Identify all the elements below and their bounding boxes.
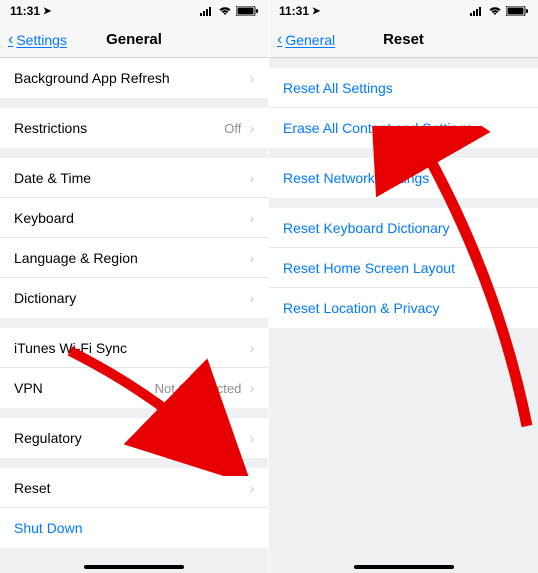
row-reset-location-privacy[interactable]: Reset Location & Privacy (269, 288, 538, 328)
status-time: 11:31 (279, 4, 309, 18)
row-label: Reset (14, 480, 51, 496)
row-keyboard[interactable]: Keyboard › (0, 198, 268, 238)
row-value: Off (224, 121, 241, 136)
row-label: Date & Time (14, 170, 91, 186)
home-indicator[interactable] (84, 565, 184, 569)
row-itunes-wifi-sync[interactable]: iTunes Wi-Fi Sync › (0, 328, 268, 368)
row-reset-network[interactable]: Reset Network Settings (269, 158, 538, 198)
status-bar: 11:31 ➤ (269, 0, 538, 22)
row-label: Shut Down (14, 520, 82, 536)
reset-list: Reset All Settings Erase All Content and… (269, 58, 538, 328)
row-date-time[interactable]: Date & Time › (0, 158, 268, 198)
chevron-right-icon: › (249, 381, 254, 395)
row-vpn[interactable]: VPN Not Connected › (0, 368, 268, 408)
row-label: Erase All Content and Settings (283, 120, 473, 136)
row-shut-down[interactable]: Shut Down (0, 508, 268, 548)
back-button[interactable]: ‹ General (277, 32, 335, 48)
cellular-icon (200, 6, 214, 16)
row-background-app-refresh[interactable]: Background App Refresh › (0, 58, 268, 98)
row-label: Reset Location & Privacy (283, 300, 439, 316)
chevron-right-icon: › (249, 171, 254, 185)
general-settings-screen: 11:31 ➤ ‹ Settings General Background Ap… (0, 0, 269, 573)
status-bar: 11:31 ➤ (0, 0, 268, 22)
row-label: Restrictions (14, 120, 87, 136)
row-label: Reset Keyboard Dictionary (283, 220, 450, 236)
row-label: iTunes Wi-Fi Sync (14, 340, 127, 356)
chevron-left-icon: ‹ (277, 32, 282, 48)
reset-screen: 11:31 ➤ ‹ General Reset Reset All Settin… (269, 0, 538, 573)
row-label: Regulatory (14, 430, 82, 446)
row-label: Dictionary (14, 290, 76, 306)
chevron-right-icon: › (249, 121, 254, 135)
back-label: General (285, 32, 335, 48)
wifi-icon (218, 6, 232, 16)
location-icon: ➤ (312, 6, 320, 17)
row-label: Language & Region (14, 250, 138, 266)
row-label: Reset All Settings (283, 80, 393, 96)
row-erase-all-content[interactable]: Erase All Content and Settings (269, 108, 538, 148)
chevron-right-icon: › (249, 211, 254, 225)
row-label: Keyboard (14, 210, 74, 226)
row-label: Reset Home Screen Layout (283, 260, 455, 276)
chevron-right-icon: › (249, 291, 254, 305)
cellular-icon (470, 6, 484, 16)
wifi-icon (488, 6, 502, 16)
row-reset-home-screen[interactable]: Reset Home Screen Layout (269, 248, 538, 288)
chevron-right-icon: › (249, 431, 254, 445)
back-label: Settings (16, 32, 67, 48)
battery-icon (506, 6, 528, 16)
row-language-region[interactable]: Language & Region › (0, 238, 268, 278)
back-button[interactable]: ‹ Settings (8, 32, 67, 48)
battery-icon (236, 6, 258, 16)
nav-bar: ‹ General Reset (269, 22, 538, 58)
row-reset-all-settings[interactable]: Reset All Settings (269, 68, 538, 108)
settings-list: Background App Refresh › Restrictions Of… (0, 58, 268, 548)
location-icon: ➤ (43, 6, 51, 17)
status-time: 11:31 (10, 4, 40, 18)
nav-bar: ‹ Settings General (0, 22, 268, 58)
row-restrictions[interactable]: Restrictions Off › (0, 108, 268, 148)
row-value: Not Connected (155, 381, 242, 396)
row-reset[interactable]: Reset › (0, 468, 268, 508)
row-label: VPN (14, 380, 43, 396)
home-indicator[interactable] (354, 565, 454, 569)
chevron-right-icon: › (249, 341, 254, 355)
chevron-right-icon: › (249, 481, 254, 495)
row-label: Background App Refresh (14, 70, 170, 86)
row-reset-keyboard-dictionary[interactable]: Reset Keyboard Dictionary (269, 208, 538, 248)
chevron-right-icon: › (249, 251, 254, 265)
chevron-left-icon: ‹ (8, 32, 13, 48)
chevron-right-icon: › (249, 71, 254, 85)
row-dictionary[interactable]: Dictionary › (0, 278, 268, 318)
row-regulatory[interactable]: Regulatory › (0, 418, 268, 458)
row-label: Reset Network Settings (283, 170, 429, 186)
